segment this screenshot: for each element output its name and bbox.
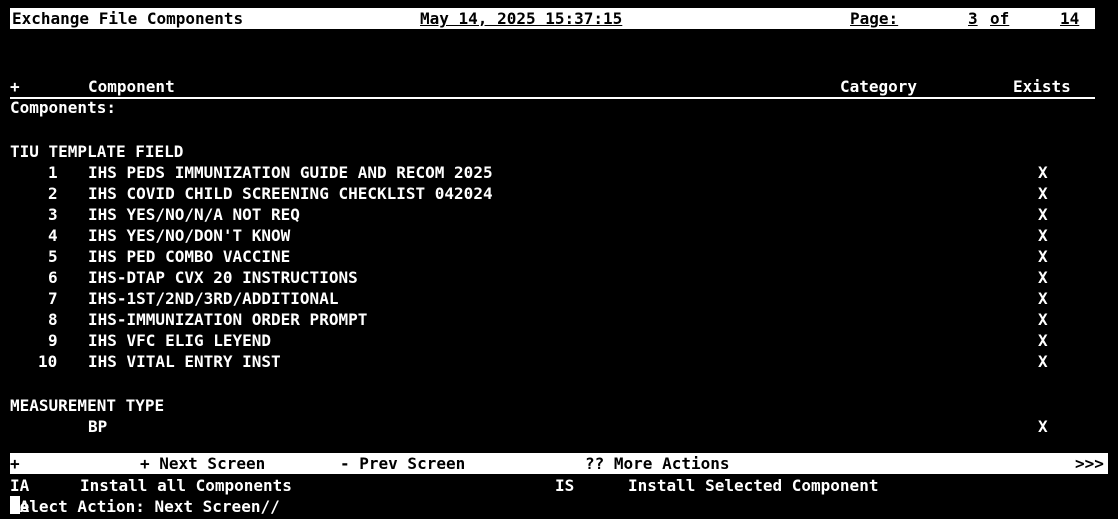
prev-screen-action[interactable]: - Prev Screen <box>340 453 465 474</box>
list-item[interactable]: 8 IHS-IMMUNIZATION ORDER PROMPT X <box>10 309 1095 330</box>
item-name: IHS-1ST/2ND/3RD/ADDITIONAL <box>88 289 339 308</box>
section-title: MEASUREMENT TYPE <box>10 396 165 415</box>
list-item[interactable]: 7 IHS-1ST/2ND/3RD/ADDITIONAL X <box>10 288 1095 309</box>
item-name: BP <box>88 417 108 436</box>
item-number: 10 <box>38 352 58 371</box>
page-total: 14 <box>1060 9 1080 28</box>
list-item[interactable]: 10 IHS VITAL ENTRY INST X <box>10 351 1095 372</box>
item-exists: X <box>1038 352 1048 371</box>
list-item[interactable]: 2 IHS COVID CHILD SCREENING CHECKLIST 04… <box>10 183 1095 204</box>
list-item[interactable]: 3 IHS YES/NO/N/A NOT REQ X <box>10 204 1095 225</box>
item-number: 8 <box>48 310 58 329</box>
item-exists: X <box>1038 268 1048 287</box>
column-component: Component <box>88 77 175 96</box>
next-screen-action[interactable]: + Next Screen <box>140 453 265 474</box>
column-exists: Exists <box>1013 77 1071 96</box>
action-bar-plus: + <box>10 454 20 473</box>
column-plus: + <box>10 77 20 96</box>
item-name: IHS-DTAP CVX 20 INSTRUCTIONS <box>88 268 358 287</box>
item-number: 7 <box>48 289 58 308</box>
list-item[interactable]: 1 IHS PEDS IMMUNIZATION GUIDE AND RECOM … <box>10 162 1095 183</box>
header-datetime: May 14, 2025 15:37:15 <box>420 9 623 28</box>
column-header: + Component Category Exists <box>10 76 1095 99</box>
section-title-row: MEASUREMENT TYPE <box>10 395 1095 416</box>
screen-title: Exchange File Components <box>12 9 244 28</box>
item-exists: X <box>1038 331 1048 350</box>
actions-row: IA Install all Components IS Install Sel… <box>10 475 1095 496</box>
item-name: IHS PEDS IMMUNIZATION GUIDE AND RECOM 20… <box>88 163 493 182</box>
item-exists: X <box>1038 184 1048 203</box>
prompt-row[interactable]: Select Action: Next Screen// IA <box>10 496 1095 517</box>
section-title-row: TIU TEMPLATE FIELD <box>10 141 1095 162</box>
item-exists: X <box>1038 163 1048 182</box>
list-item[interactable]: 5 IHS PED COMBO VACCINE X <box>10 246 1095 267</box>
action-install-all[interactable]: Install all Components <box>80 475 292 496</box>
section-title: TIU TEMPLATE FIELD <box>10 142 184 161</box>
item-name: IHS VITAL ENTRY INST <box>88 352 281 371</box>
list-item[interactable]: 6 IHS-DTAP CVX 20 INSTRUCTIONS X <box>10 267 1095 288</box>
prompt-text: Select Action: Next Screen// <box>10 497 290 516</box>
item-name: IHS VFC ELIG LEYEND <box>88 331 272 350</box>
item-number: 1 <box>48 163 58 182</box>
list-item[interactable]: 4 IHS YES/NO/DON'T KNOW X <box>10 225 1095 246</box>
item-exists: X <box>1038 289 1048 308</box>
item-number: 3 <box>48 205 58 224</box>
more-arrows-icon[interactable]: >>> <box>1075 453 1104 474</box>
more-actions-action[interactable]: ?? More Actions <box>585 453 730 474</box>
item-exists: X <box>1038 205 1048 224</box>
item-number: 5 <box>48 247 58 266</box>
item-name: IHS YES/NO/N/A NOT REQ <box>88 205 300 224</box>
item-exists: X <box>1038 247 1048 266</box>
cursor <box>10 496 20 514</box>
item-exists: X <box>1038 310 1048 329</box>
screen-header: Exchange File Components May 14, 2025 15… <box>10 8 1095 29</box>
page-current: 3 <box>968 9 978 28</box>
item-number: 4 <box>48 226 58 245</box>
list-item[interactable]: BP X <box>10 416 1095 437</box>
item-name: IHS PED COMBO VACCINE <box>88 247 291 266</box>
item-name: IHS YES/NO/DON'T KNOW <box>88 226 291 245</box>
item-exists: X <box>1038 226 1048 245</box>
item-number: 6 <box>48 268 58 287</box>
item-exists: X <box>1038 417 1048 436</box>
action-bar: + + Next Screen - Prev Screen ?? More Ac… <box>10 453 1108 474</box>
item-number: 9 <box>48 331 58 350</box>
components-label: Components: <box>10 98 116 117</box>
item-number: 2 <box>48 184 58 203</box>
list-item[interactable]: 9 IHS VFC ELIG LEYEND X <box>10 330 1095 351</box>
page-of: of <box>990 9 1010 28</box>
components-label-row: Components: <box>10 97 1095 118</box>
action-code-ia[interactable]: IA <box>10 475 29 496</box>
item-name: IHS-IMMUNIZATION ORDER PROMPT <box>88 310 368 329</box>
item-name: IHS COVID CHILD SCREENING CHECKLIST 0420… <box>88 184 493 203</box>
column-category: Category <box>840 77 918 96</box>
page-label: Page: <box>850 9 899 28</box>
action-install-selected[interactable]: Install Selected Component <box>628 475 878 496</box>
action-code-is[interactable]: IS <box>555 475 574 496</box>
